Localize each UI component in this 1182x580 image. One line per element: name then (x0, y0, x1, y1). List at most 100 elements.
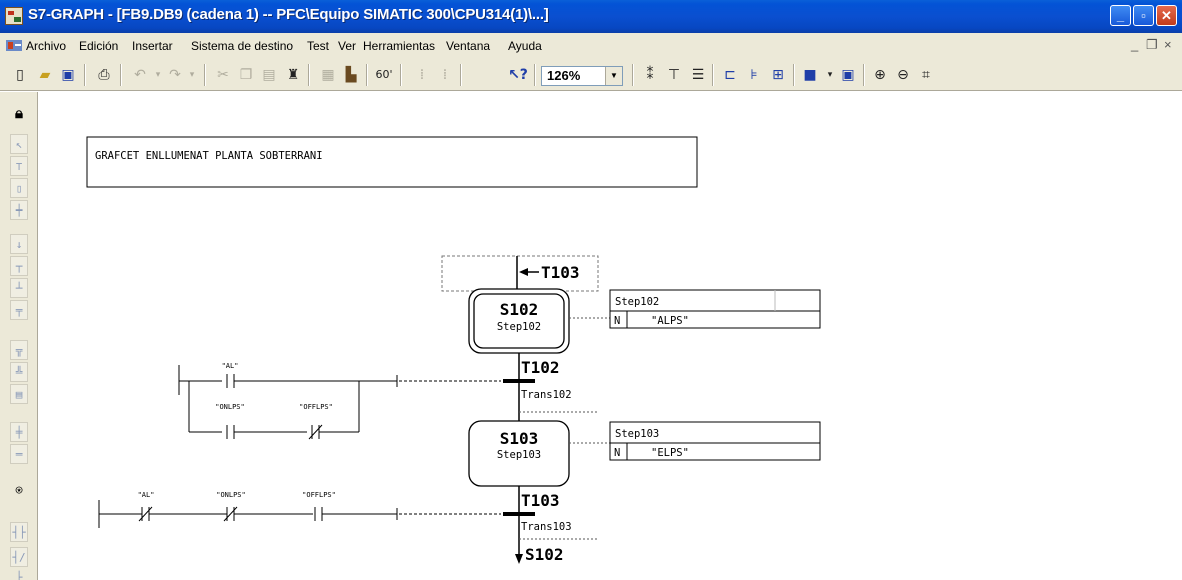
monitor-icon[interactable]: 60' (374, 65, 394, 85)
document-icon[interactable] (6, 40, 22, 51)
branch-open-icon[interactable]: ┬ (10, 256, 28, 276)
trans-icon[interactable]: ⁞ (435, 65, 455, 85)
download-icon[interactable]: ▙ (341, 65, 361, 85)
jump-arrow-icon (515, 554, 523, 564)
sequencer-canvas[interactable]: GRAFCET ENLLUMENAT PLANTA SOBTERRANI T10… (39, 92, 1182, 580)
zoom-select[interactable]: 126% ▼ (541, 66, 623, 86)
no-contact-2-icon[interactable]: ┤├ (10, 522, 28, 542)
contact-label: "ONLPS" (215, 403, 245, 411)
transition-t103[interactable]: T103 Trans103 (503, 491, 599, 540)
contact-label: "OFFLPS" (299, 403, 333, 411)
transition-number: T102 (521, 358, 560, 377)
action-operand: "ELPS" (651, 447, 689, 459)
menu-ver[interactable]: Ver (338, 39, 356, 53)
mdi-minimize-icon[interactable]: _ (1131, 37, 1138, 52)
layout-icon[interactable]: ▣ (838, 65, 858, 85)
s7-graph-app-icon[interactable] (5, 7, 23, 25)
jump-in-box[interactable]: T103 (441, 255, 599, 292)
sim-branch-icon[interactable]: ╦ (10, 340, 28, 360)
lock-icon[interactable]: 🔒︎ (10, 102, 28, 122)
overview-icon[interactable]: ⊞ (768, 65, 788, 85)
trans-icon[interactable]: ┿ (10, 200, 28, 220)
menu-sistema-de-destino[interactable]: Sistema de destino (191, 39, 293, 53)
sequence-view-icon[interactable]: ⊏ (720, 65, 740, 85)
transition-number: T103 (521, 491, 560, 510)
nc-contact-icon[interactable]: ╪ (10, 422, 28, 442)
transition-name: Trans103 (521, 521, 572, 533)
mdi-close-icon[interactable]: × (1164, 37, 1172, 52)
close-button[interactable]: ✕ (1156, 5, 1177, 26)
copy-icon[interactable]: ❐ (236, 65, 256, 85)
step-trans-icon[interactable]: ⊤ (10, 156, 28, 176)
jump-icon[interactable]: ↓ (10, 234, 28, 254)
menu-ventana[interactable]: Ventana (446, 39, 490, 53)
action-title: Step103 (615, 428, 659, 440)
step-name: Step102 (497, 321, 541, 333)
action-qualifier: N (614, 315, 620, 327)
jump-in-label: T103 (541, 263, 580, 282)
compile-icon[interactable]: ▦ (318, 65, 338, 85)
nc-contact-2-icon[interactable]: ┤/├ (10, 547, 28, 580)
mdi-restore-icon[interactable]: ❐ (1146, 37, 1158, 53)
cut-icon[interactable]: ✂ (213, 65, 233, 85)
single-step-view-icon[interactable]: ⊤ (664, 65, 684, 85)
zoom-out-icon[interactable]: ⊖ (893, 65, 913, 85)
comment-icon[interactable]: ▤ (10, 384, 28, 404)
menu-insertar[interactable]: Insertar (132, 39, 173, 53)
contact-label: "AL" (222, 362, 239, 370)
menu-edicion[interactable]: Edición (79, 39, 118, 53)
zoom-fit-icon[interactable]: ⌗ (916, 65, 936, 85)
coil-icon[interactable]: ⍟ (10, 480, 28, 500)
color-icon[interactable]: ■ (800, 65, 820, 85)
maximize-button[interactable]: ▫ (1133, 5, 1154, 26)
undo-icon[interactable]: ↶ (130, 65, 150, 85)
branch-close-icon[interactable]: ┴ (10, 278, 28, 298)
action-table-s103[interactable]: Step103 N "ELPS" (609, 421, 821, 461)
step-number: S102 (500, 300, 539, 319)
redo-dropdown-icon[interactable]: ▾ (182, 65, 202, 85)
menu-archivo[interactable]: Archivo (26, 39, 66, 53)
zoom-value: 126% (547, 68, 581, 83)
ladder-t102[interactable]: "AL" "ONLPS" "OFFLPS" (178, 362, 398, 440)
permanent-view-icon[interactable]: ☰ (688, 65, 708, 85)
step-s103[interactable]: S103 Step103 (468, 420, 570, 487)
single-step-icon[interactable]: ⊧ (744, 65, 764, 85)
sim-branch-close-icon[interactable]: ╩ (10, 362, 28, 382)
find-icon[interactable]: ♜ (283, 65, 303, 85)
step-icon[interactable]: ⁞ (412, 65, 432, 85)
help-icon[interactable]: ↖? (508, 65, 528, 85)
color-dropdown-icon[interactable]: ▾ (820, 65, 840, 85)
paste-icon[interactable]: ▤ (259, 65, 279, 85)
contact-offlps-no[interactable] (314, 507, 323, 521)
menu-ayuda[interactable]: Ayuda (508, 39, 542, 53)
alt-branch-icon[interactable]: ╤ (10, 300, 28, 320)
open-icon[interactable]: ▰ (35, 65, 55, 85)
step-icon[interactable]: ▯ (10, 178, 28, 198)
menu-test[interactable]: Test (307, 39, 329, 53)
zoom-in-icon[interactable]: ⊕ (870, 65, 890, 85)
contact-label: "AL" (138, 491, 155, 499)
select-icon[interactable]: ↖ (10, 134, 28, 154)
minimize-button[interactable]: _ (1110, 5, 1131, 26)
jump-arrow-icon (519, 268, 528, 276)
contact-al-no[interactable] (226, 374, 235, 388)
action-table-s102[interactable]: Step102 N "ALPS" (609, 289, 821, 329)
transition-name: Trans102 (521, 389, 572, 401)
chevron-down-icon[interactable]: ▼ (605, 67, 622, 85)
transition-t102[interactable]: T102 Trans102 (503, 358, 599, 413)
print-icon[interactable]: ⎙ (94, 65, 114, 85)
jump-out[interactable]: S102 (515, 545, 564, 564)
sequence-comment-box[interactable]: GRAFCET ENLLUMENAT PLANTA SOBTERRANI (86, 136, 698, 188)
toolbar: ▯ ▰ ▣ ⎙ ↶ ▾ ↷ ▾ ✂ ❐ ▤ ♜ ▦ ▙ 60' ⁞ ⁞ ↖? 1… (0, 59, 1182, 91)
step-number: S103 (500, 429, 539, 448)
new-icon[interactable]: ▯ (10, 65, 30, 85)
direct-view-icon[interactable]: ⁑ (640, 65, 660, 85)
ladder-t103[interactable]: "AL" "ONLPS" "OFFLPS" (98, 491, 398, 528)
save-icon[interactable]: ▣ (58, 65, 78, 85)
title-bar[interactable]: S7-GRAPH - [FB9.DB9 (cadena 1) -- PFC\Eq… (0, 0, 1182, 33)
jump-out-label: S102 (525, 545, 564, 564)
menu-herramientas[interactable]: Herramientas (363, 39, 435, 53)
step-s102[interactable]: S102 Step102 (468, 288, 570, 354)
contact-onlps-no[interactable] (226, 425, 235, 439)
no-contact-icon[interactable]: ═ (10, 444, 28, 464)
